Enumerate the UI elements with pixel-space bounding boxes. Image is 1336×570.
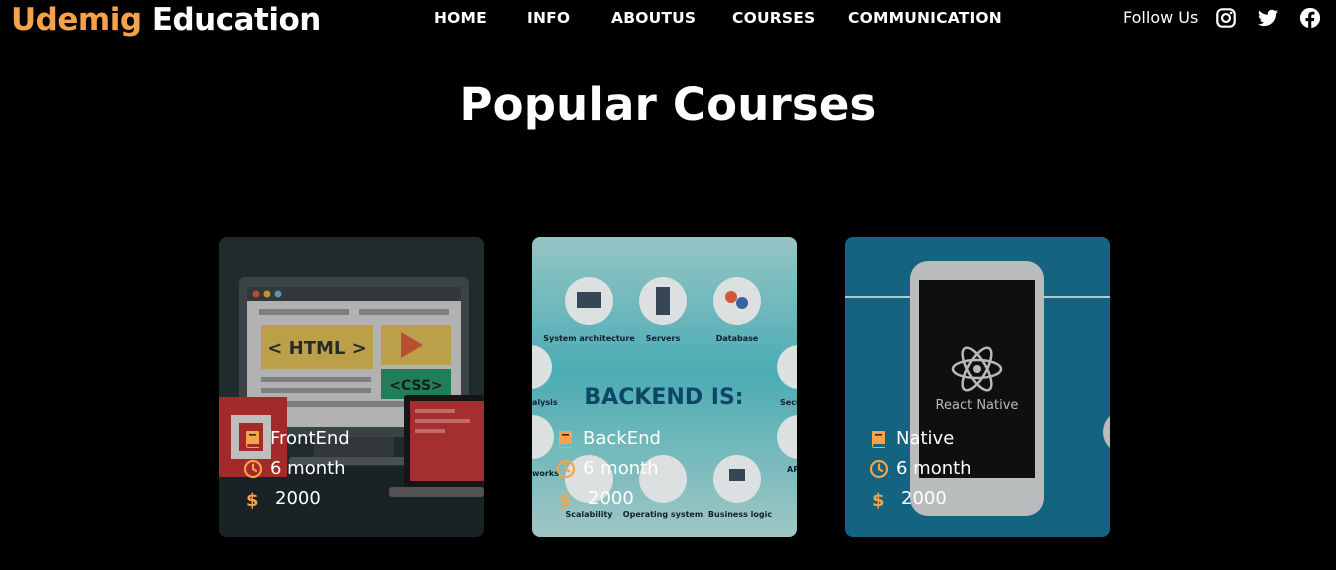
course-price: 2000 [901, 488, 947, 509]
course-price-row: $ 2000 [243, 488, 483, 512]
course-price-row: $ 2000 [556, 488, 796, 512]
dollar-icon: $ [243, 489, 263, 509]
course-duration-row: 6 month [869, 458, 1109, 482]
twitter-icon[interactable] [1257, 7, 1279, 29]
book-icon [869, 429, 889, 449]
nav-courses-link[interactable]: COURSES [732, 9, 815, 27]
course-price-row: $ 2000 [869, 488, 1109, 512]
course-name: Native [896, 428, 955, 449]
course-card-frontend[interactable]: < HTML > <CSS> FrontEnd 6 month $ 2000 [219, 237, 484, 537]
course-name: FrontEnd [270, 428, 350, 449]
course-price: 2000 [588, 488, 634, 509]
course-card-backend[interactable]: System architecture Servers Database aly… [532, 237, 797, 537]
svg-text:$: $ [559, 490, 572, 509]
clock-icon [556, 459, 576, 479]
course-duration-row: 6 month [556, 458, 796, 482]
course-name: BackEnd [583, 428, 661, 449]
nav-aboutus-link[interactable]: ABOUTUS [611, 9, 696, 27]
follow-us-label: Follow Us [1123, 8, 1199, 27]
dollar-icon: $ [556, 489, 576, 509]
course-duration-row: 6 month [243, 458, 483, 482]
svg-text:$: $ [246, 490, 259, 509]
clock-icon [243, 459, 263, 479]
course-duration: 6 month [583, 458, 659, 479]
svg-text:$: $ [872, 490, 885, 509]
nav-info-link[interactable]: INFO [527, 9, 570, 27]
clock-icon [869, 459, 889, 479]
site-header: Udemig Education HOME INFO ABOUTUS COURS… [0, 0, 1336, 50]
section-title: Popular Courses [459, 78, 877, 131]
course-price: 2000 [275, 488, 321, 509]
course-duration: 6 month [896, 458, 972, 479]
course-duration: 6 month [270, 458, 346, 479]
facebook-icon[interactable] [1299, 7, 1321, 29]
nav-communication-link[interactable]: COMMUNICATION [848, 9, 1002, 27]
dollar-icon: $ [869, 489, 889, 509]
course-title-row: FrontEnd [243, 428, 483, 452]
book-icon [243, 429, 263, 449]
course-card-native[interactable]: React Native Native 6 month $ 2000 [845, 237, 1110, 537]
course-title-row: Native [869, 428, 1109, 452]
nav-home-link[interactable]: HOME [434, 9, 487, 27]
instagram-icon[interactable] [1215, 7, 1237, 29]
course-title-row: BackEnd [556, 428, 796, 452]
book-icon [556, 429, 576, 449]
